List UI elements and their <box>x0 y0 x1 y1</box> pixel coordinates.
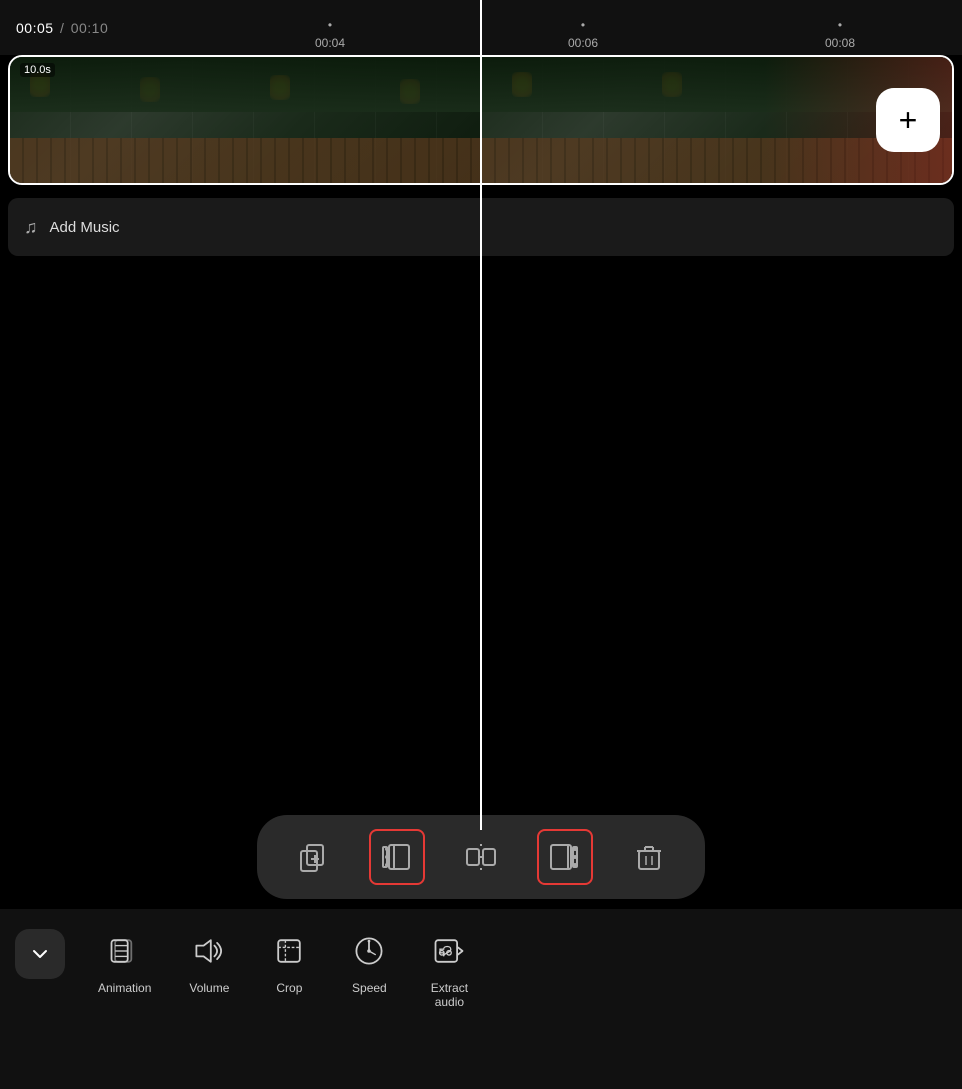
delete-button[interactable] <box>621 829 677 885</box>
trim-right-button[interactable] <box>537 829 593 885</box>
total-time: 00:10 <box>71 20 109 36</box>
music-icon: ♫ <box>24 217 38 238</box>
current-time: 00:05 <box>16 20 54 36</box>
tool-crop[interactable]: Crop <box>249 929 329 995</box>
tool-animation[interactable]: Animation <box>80 929 169 995</box>
speed-label: Speed <box>352 981 387 995</box>
tree-overlay-left <box>10 57 482 112</box>
tool-volume[interactable]: Volume <box>169 929 249 995</box>
duplicate-button[interactable] <box>285 829 341 885</box>
crop-label: Crop <box>276 981 302 995</box>
fence-pattern-left <box>10 138 482 183</box>
tool-speed[interactable]: Speed <box>329 929 409 995</box>
video-segment-right: + <box>482 57 952 183</box>
bottom-collapse-section <box>0 929 80 979</box>
volume-icon <box>187 929 231 973</box>
add-icon: + <box>899 104 918 136</box>
time-separator: / <box>60 20 64 36</box>
bottom-tools-list: Animation Volume <box>80 929 962 1009</box>
animation-icon <box>103 929 147 973</box>
collapse-button[interactable] <box>15 929 65 979</box>
extract-audio-label: Extract audio <box>431 981 468 1009</box>
crop-icon <box>267 929 311 973</box>
time-display: 00:05 / 00:10 <box>16 20 108 36</box>
speed-icon <box>347 929 391 973</box>
add-clip-button[interactable]: + <box>876 88 940 152</box>
animation-label: Animation <box>98 981 151 995</box>
bottom-toolbar: Animation Volume <box>0 909 962 1089</box>
split-button[interactable] <box>453 829 509 885</box>
extract-audio-icon <box>427 929 471 973</box>
volume-label: Volume <box>189 981 229 995</box>
video-timestamp: 10.0s <box>20 63 55 77</box>
playhead[interactable] <box>480 0 482 830</box>
add-music-label: Add Music <box>50 219 120 236</box>
tool-extract-audio[interactable]: Extract audio <box>409 929 489 1009</box>
trim-left-button[interactable] <box>369 829 425 885</box>
video-segment-left: 10.0s <box>10 57 482 183</box>
